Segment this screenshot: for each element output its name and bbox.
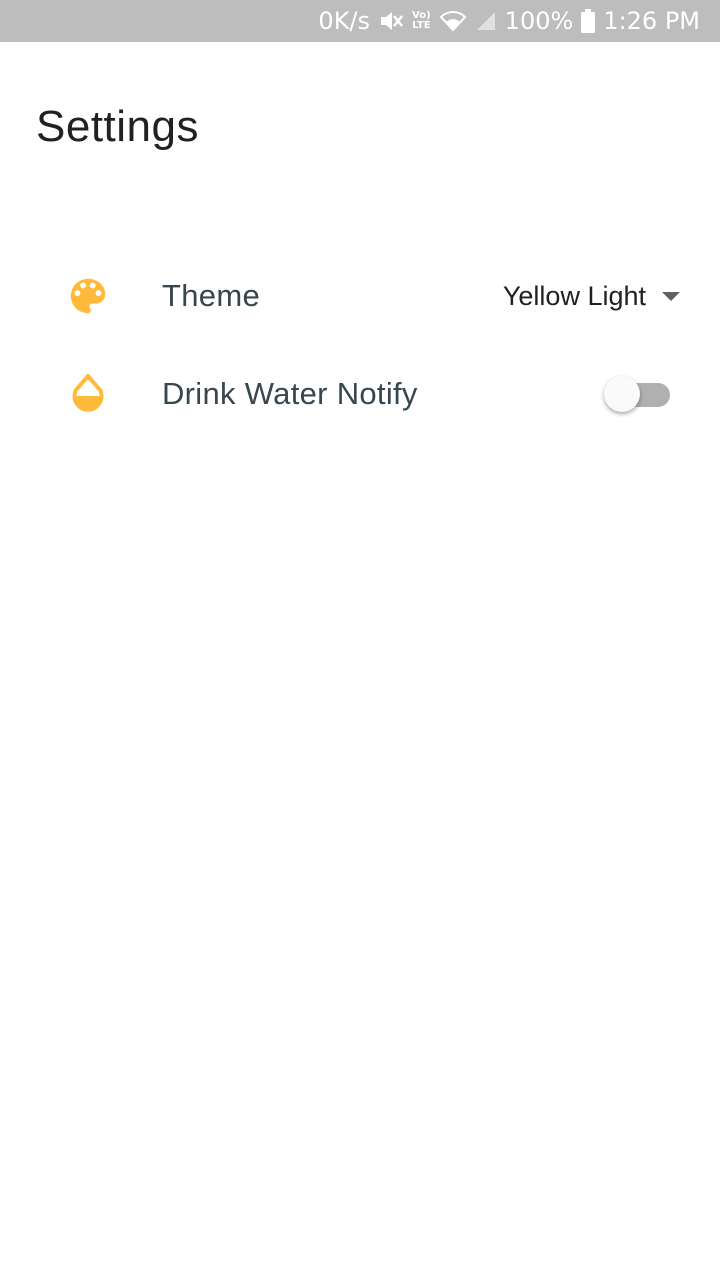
- status-bar: 0K/s Vo) LTE 100% 1:26 PM: [0, 0, 720, 42]
- page-title: Settings: [36, 102, 199, 151]
- water-drop-icon: [64, 370, 112, 418]
- drink-water-setting-row: Drink Water Notify: [0, 354, 720, 434]
- dropdown-caret-icon: [662, 291, 680, 301]
- toggle-thumb: [604, 376, 640, 412]
- mute-icon: [378, 9, 404, 33]
- battery-icon: [581, 9, 596, 33]
- theme-dropdown[interactable]: Yellow Light: [503, 281, 680, 312]
- signal-icon: [475, 10, 497, 32]
- drink-water-label: Drink Water Notify: [162, 376, 418, 411]
- drink-water-toggle[interactable]: [604, 374, 670, 414]
- network-speed: 0K/s: [318, 7, 371, 35]
- battery-percent: 100%: [504, 7, 574, 35]
- wifi-icon: [439, 10, 467, 32]
- theme-label: Theme: [162, 278, 260, 313]
- volte-icon: Vo) LTE: [412, 10, 431, 31]
- theme-dropdown-value: Yellow Light: [502, 280, 646, 311]
- palette-icon: [64, 272, 112, 320]
- theme-setting-row: Theme Yellow Light: [0, 256, 720, 336]
- clock: 1:26 PM: [603, 7, 700, 35]
